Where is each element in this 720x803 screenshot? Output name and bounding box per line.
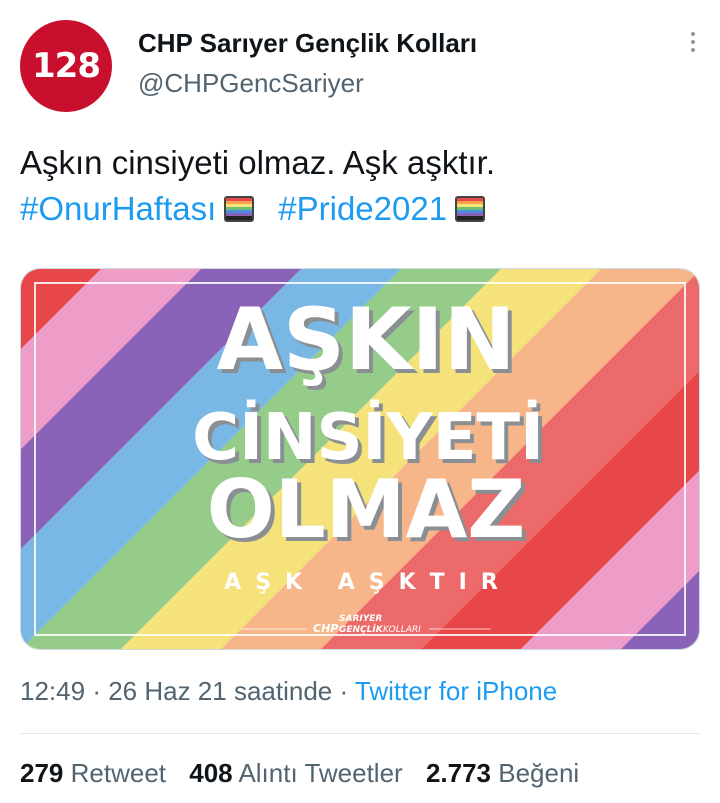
tweet-meta: 12:49 · 26 Haz 21 saatinde · Twitter for… [20, 676, 558, 706]
poster-title-line1: AŞKIN [216, 290, 515, 390]
rainbow-poster: AŞKIN AŞKIN CİNSİYETİ CİNSİYETİ OLMAZ OL… [21, 269, 699, 649]
likes-count: 2.773 [425, 758, 492, 788]
retweets-label: Retweet [70, 758, 167, 788]
retweets-count: 279 [20, 758, 64, 788]
avatar-text: 128 [32, 46, 101, 86]
logo-prefix: CHP [313, 622, 338, 635]
divider [20, 733, 700, 734]
hashtag-onurhaftasi[interactable]: #OnurHaftası [20, 190, 216, 227]
likes-stat[interactable]: 2.773 Beğeni [426, 758, 579, 788]
tweet-image[interactable]: AŞKIN AŞKIN CİNSİYETİ CİNSİYETİ OLMAZ OL… [20, 268, 700, 650]
quotes-count: 408 [189, 758, 233, 788]
pride-flag-icon [455, 196, 486, 222]
hashtag-pride2021[interactable]: #Pride2021 [278, 190, 447, 227]
tweet-time[interactable]: 12:49 [20, 676, 85, 706]
likes-label: Beğeni [498, 758, 580, 788]
tweet-stats: 279 Retweet 408 Alıntı Tweetler 2.773 Be… [20, 758, 595, 789]
tweet-source[interactable]: Twitter for iPhone [355, 676, 557, 706]
logo-line1: SARIYER [339, 614, 382, 624]
author-name[interactable]: CHP Sarıyer Gençlik Kolları [138, 28, 477, 59]
avatar[interactable]: 128 [20, 20, 112, 112]
tweet-date[interactable]: 26 Haz 21 saatinde [108, 676, 332, 706]
logo-suffix: KOLLARI [383, 625, 421, 635]
author-handle[interactable]: @CHPGencSariyer [138, 68, 364, 99]
poster-title-line3: OLMAZ [207, 463, 526, 556]
quotes-label: Alıntı Tweetler [238, 758, 403, 788]
tweet-text: Aşkın cinsiyeti olmaz. Aşk aşktır. #Onur… [20, 140, 700, 232]
logo-line2: GENÇLİK [339, 624, 384, 635]
retweets-stat[interactable]: 279 Retweet [20, 758, 166, 788]
pride-flag-icon [224, 196, 255, 222]
quotes-stat[interactable]: 408 Alıntı Tweetler [189, 758, 402, 788]
more-options-icon[interactable] [688, 28, 698, 58]
tweet-header: 128 CHP Sarıyer Gençlik Kolları @CHPGenc… [20, 14, 700, 112]
tweet-text-line: Aşkın cinsiyeti olmaz. Aşk aşktır. [20, 144, 495, 181]
poster-tagline: AŞK AŞKTIR [224, 570, 512, 595]
